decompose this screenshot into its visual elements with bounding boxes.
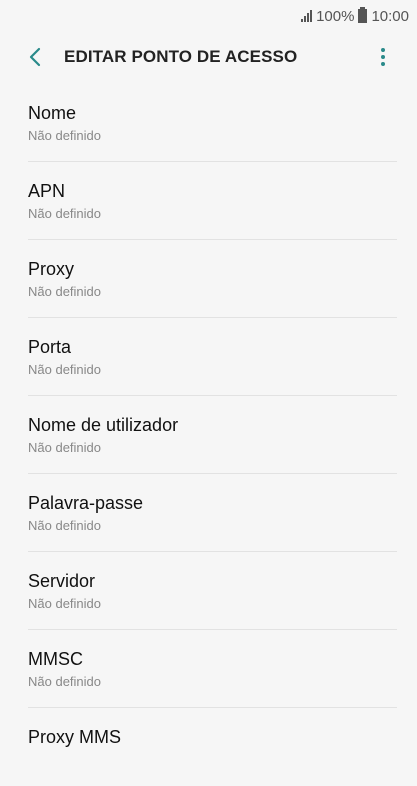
setting-value: Não definido <box>28 206 101 221</box>
page-title: EDITAR PONTO DE ACESSO <box>64 47 298 66</box>
setting-value: Não definido <box>28 674 101 689</box>
status-bar: 100% 10:00 <box>0 0 417 32</box>
setting-port[interactable]: Porta Não definido <box>0 318 417 396</box>
setting-label: APN <box>28 181 66 201</box>
signal-icon <box>301 10 313 22</box>
clock: 10:00 <box>371 7 409 25</box>
setting-mmsc[interactable]: MMSC Não definido <box>0 630 417 708</box>
setting-label: Nome de utilizador <box>28 415 179 435</box>
setting-server[interactable]: Servidor Não definido <box>0 552 417 630</box>
setting-password[interactable]: Palavra-passe Não definido <box>0 474 417 552</box>
battery-percentage: 100% <box>316 7 355 25</box>
chevron-left-icon <box>29 47 41 67</box>
setting-label: Proxy MMS <box>28 727 122 747</box>
setting-value: Não definido <box>28 128 101 143</box>
battery-icon <box>358 7 368 23</box>
setting-label: Porta <box>28 337 72 357</box>
setting-label: Nome <box>28 103 77 123</box>
setting-value: Não definido <box>28 596 101 611</box>
app-bar: EDITAR PONTO DE ACESSO <box>0 32 417 82</box>
back-button[interactable] <box>20 42 50 72</box>
setting-username[interactable]: Nome de utilizador Não definido <box>0 396 417 474</box>
setting-label: Proxy <box>28 259 75 279</box>
setting-value: Não definido <box>28 440 101 455</box>
setting-name[interactable]: Nome Não definido <box>0 84 417 162</box>
setting-value: Não definido <box>28 518 101 533</box>
setting-value: Não definido <box>28 362 101 377</box>
setting-value: Não definido <box>28 284 101 299</box>
more-options-button[interactable] <box>373 42 393 72</box>
setting-proxy[interactable]: Proxy Não definido <box>0 240 417 318</box>
more-vertical-icon <box>381 48 385 52</box>
setting-mms-proxy[interactable]: Proxy MMS <box>0 708 417 786</box>
setting-label: Servidor <box>28 571 96 591</box>
setting-label: MMSC <box>28 649 83 669</box>
setting-label: Palavra-passe <box>28 493 144 513</box>
access-point-settings-list: Nome Não definido APN Não definido Proxy… <box>0 84 417 786</box>
setting-apn[interactable]: APN Não definido <box>0 162 417 240</box>
